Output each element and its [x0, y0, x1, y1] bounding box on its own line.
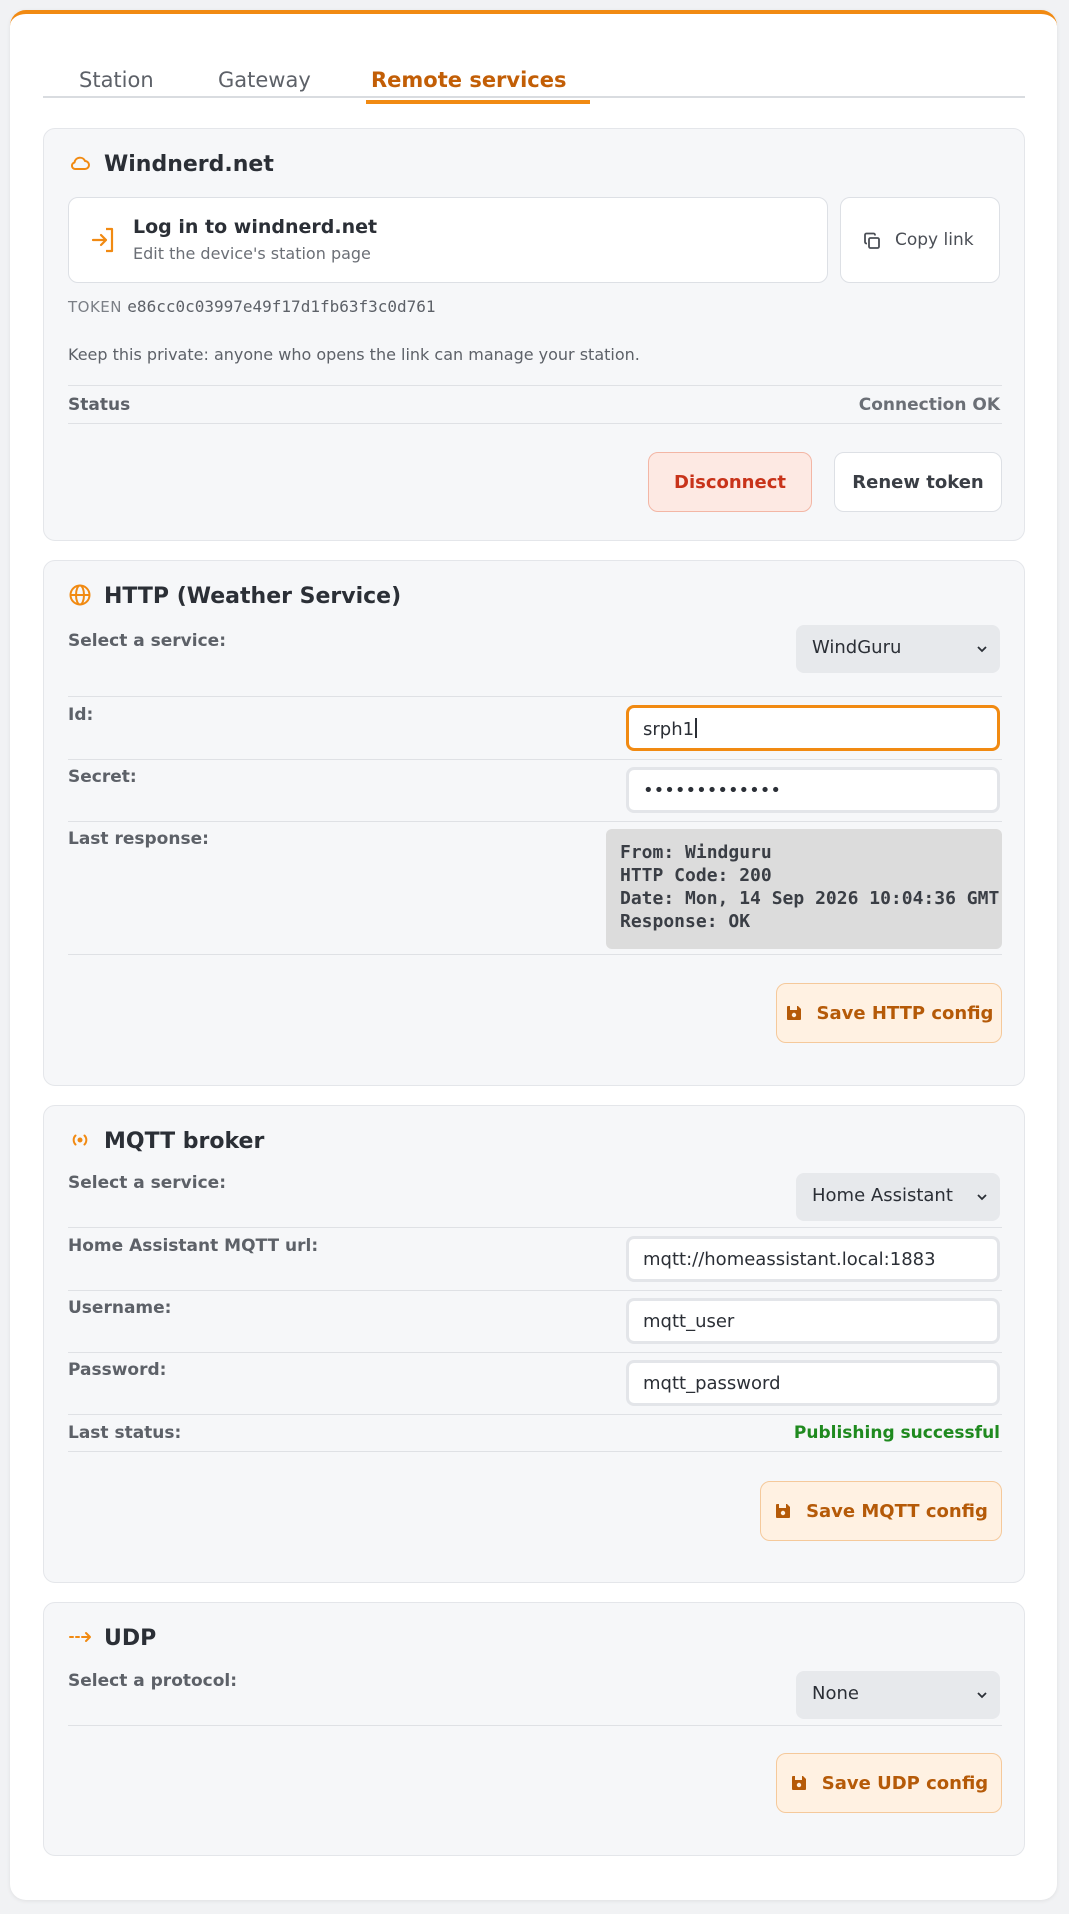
connection-status: Connection OK	[858, 395, 1000, 415]
broadcast-icon	[72, 1134, 88, 1146]
mqtt-card-title: MQTT broker	[68, 1128, 264, 1154]
status-label: Status	[68, 395, 131, 415]
mqtt-service-select[interactable]: Home Assistant	[796, 1173, 1000, 1221]
tab-gateway[interactable]: Gateway	[218, 68, 311, 120]
http-title-text: HTTP (Weather Service)	[104, 584, 402, 609]
divider	[68, 759, 1002, 760]
save-udp-config-button[interactable]: Save UDP config	[776, 1753, 1002, 1813]
divider	[68, 385, 1002, 386]
divider	[68, 1227, 1002, 1228]
divider	[68, 1290, 1002, 1291]
floppy-disk-icon	[786, 1006, 801, 1020]
mqtt-username-input[interactable]: mqtt_user	[626, 1298, 1000, 1344]
tab-bar: Station Gateway Remote services	[43, 46, 1025, 104]
chevron-down-icon	[977, 1692, 987, 1699]
windnerd-card: Windnerd.net Log in to windnerd.net Edit…	[43, 128, 1025, 541]
save-http-label: Save HTTP config	[816, 1002, 994, 1024]
copy-link-button[interactable]: Copy link	[840, 197, 1000, 283]
windnerd-login-link[interactable]: Log in to windnerd.net Edit the device's…	[68, 197, 828, 283]
save-http-config-button[interactable]: Save HTTP config	[776, 983, 1002, 1043]
divider	[68, 423, 1002, 424]
divider	[68, 696, 1002, 697]
windnerd-title-text: Windnerd.net	[104, 152, 274, 177]
response-line: From: Windguru	[620, 842, 772, 863]
mqtt-title-text: MQTT broker	[104, 1129, 265, 1154]
last-status-value: Publishing successful	[793, 1423, 1000, 1443]
mqtt-url-label: Home Assistant MQTT url:	[68, 1236, 319, 1256]
text-caret	[695, 718, 698, 738]
chevron-down-icon	[977, 1194, 987, 1201]
divider	[68, 954, 1002, 955]
http-id-input[interactable]: srph1	[626, 705, 1000, 751]
arrow-right-icon	[69, 1632, 91, 1642]
response-line: HTTP Code: 200	[620, 865, 772, 886]
token-label: TOKEN	[68, 298, 123, 316]
http-service-value: WindGuru	[812, 637, 902, 658]
udp-protocol-label: Select a protocol:	[68, 1671, 238, 1691]
save-mqtt-label: Save MQTT config	[806, 1500, 988, 1522]
copy-icon	[864, 232, 880, 249]
http-secret-label: Secret:	[68, 767, 137, 787]
divider	[68, 821, 1002, 822]
mqtt-url-value: mqtt://homeassistant.local:1883	[643, 1249, 936, 1270]
mqtt-username-value: mqtt_user	[643, 1311, 735, 1332]
http-service-label: Select a service:	[68, 631, 226, 651]
mqtt-password-input[interactable]: mqtt_password	[626, 1360, 1000, 1406]
mqtt-username-label: Username:	[68, 1298, 172, 1318]
udp-card-title: UDP	[68, 1625, 156, 1651]
floppy-disk-icon	[791, 1776, 806, 1790]
token-warning: Keep this private: anyone who opens the …	[68, 345, 640, 364]
http-service-select[interactable]: WindGuru	[796, 625, 1000, 673]
cloud-icon	[70, 156, 90, 170]
tab-remote-services[interactable]: Remote services	[371, 68, 567, 120]
token-row: TOKEN e86cc0c03997e49f17d1fb63f3c0d761	[68, 297, 436, 316]
active-tab-indicator	[366, 100, 590, 104]
http-secret-input[interactable]: •••••••••••••	[626, 767, 1000, 813]
last-response-box: From: Windguru HTTP Code: 200 Date: Mon, 1…	[606, 829, 1002, 949]
mqtt-card: MQTT broker Select a service: Home Assis…	[43, 1105, 1025, 1583]
udp-title-text: UDP	[104, 1626, 157, 1651]
mqtt-password-label: Password:	[68, 1360, 167, 1380]
save-mqtt-config-button[interactable]: Save MQTT config	[760, 1481, 1002, 1541]
response-line: Date: Mon, 14 Sep 2026 10:04:36 GMT	[620, 888, 1000, 909]
divider	[68, 1725, 1002, 1726]
http-secret-value: •••••••••••••	[643, 780, 782, 801]
mqtt-url-input[interactable]: mqtt://homeassistant.local:1883	[626, 1236, 1000, 1282]
http-id-label: Id:	[68, 705, 94, 725]
chevron-down-icon	[977, 646, 987, 653]
divider	[68, 1414, 1002, 1415]
floppy-disk-icon	[776, 1504, 791, 1518]
divider	[68, 1352, 1002, 1353]
last-status-label: Last status:	[68, 1423, 182, 1443]
token-value: e86cc0c03997e49f17d1fb63f3c0d761	[127, 297, 436, 316]
disconnect-button[interactable]: Disconnect	[648, 452, 812, 512]
save-udp-label: Save UDP config	[821, 1772, 989, 1794]
windnerd-card-title: Windnerd.net	[68, 151, 274, 177]
mqtt-service-label: Select a service:	[68, 1173, 226, 1193]
response-line: Response: OK	[620, 911, 751, 932]
globe-icon	[69, 584, 91, 606]
divider	[68, 1451, 1002, 1452]
http-id-value: srph1	[643, 719, 695, 740]
login-subtitle: Edit the device's station page	[133, 244, 371, 263]
http-card: HTTP (Weather Service) Select a service:…	[43, 560, 1025, 1086]
mqtt-service-value: Home Assistant	[812, 1185, 953, 1206]
tab-station[interactable]: Station	[79, 68, 154, 120]
login-icon	[91, 227, 114, 253]
udp-protocol-value: None	[812, 1683, 859, 1704]
udp-card: UDP Select a protocol: None Save UDP con…	[43, 1602, 1025, 1856]
remote-services-panel: Station Gateway Remote services Windnerd…	[10, 10, 1057, 1900]
mqtt-password-value: mqtt_password	[643, 1373, 781, 1394]
renew-token-button[interactable]: Renew token	[834, 452, 1002, 512]
login-title: Log in to windnerd.net	[133, 216, 378, 238]
copy-link-label: Copy link	[895, 230, 974, 250]
udp-protocol-select[interactable]: None	[796, 1671, 1000, 1719]
last-response-label: Last response:	[68, 829, 209, 849]
http-card-title: HTTP (Weather Service)	[68, 583, 401, 609]
